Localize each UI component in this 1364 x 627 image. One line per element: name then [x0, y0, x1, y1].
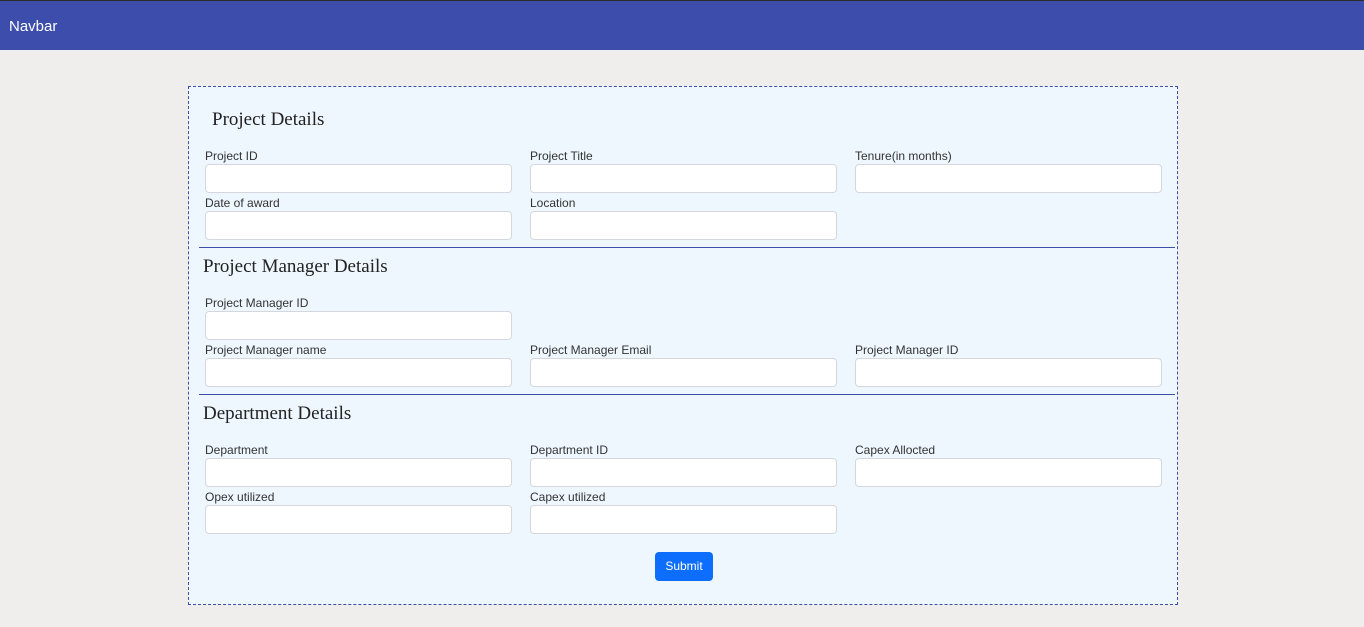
navbar: Navbar [0, 0, 1364, 50]
manager-id-input[interactable] [205, 311, 512, 340]
section-title-department-details: Department Details [203, 403, 352, 424]
manager-email-label: Project Manager Email [530, 343, 652, 357]
manager-name-input[interactable] [205, 358, 512, 387]
capex-allocated-input[interactable] [855, 458, 1162, 487]
department-input[interactable] [205, 458, 512, 487]
project-id-label: Project ID [205, 149, 258, 163]
project-title-label: Project Title [530, 149, 593, 163]
section-divider [199, 394, 1175, 395]
manager-email-input[interactable] [530, 358, 837, 387]
date-of-award-input[interactable] [205, 211, 512, 240]
section-title-project-details: Project Details [212, 109, 325, 130]
manager-name-label: Project Manager name [205, 343, 327, 357]
capex-allocated-label: Capex Allocted [855, 443, 936, 457]
capex-utilized-label: Capex utilized [530, 490, 606, 504]
submit-button[interactable]: Submit [655, 552, 713, 581]
opex-utilized-input[interactable] [205, 505, 512, 534]
manager-id-secondary-input[interactable] [855, 358, 1162, 387]
project-title-input[interactable] [530, 164, 837, 193]
department-id-label: Department ID [530, 443, 609, 457]
capex-utilized-input[interactable] [530, 505, 837, 534]
date-of-award-label: Date of award [205, 196, 280, 210]
manager-id-secondary-label: Project Manager ID [855, 343, 959, 357]
project-form: Project Details Project ID Project Title… [188, 86, 1178, 605]
manager-id-label: Project Manager ID [205, 296, 309, 310]
project-id-input[interactable] [205, 164, 512, 193]
tenure-input[interactable] [855, 164, 1162, 193]
department-label: Department [205, 443, 268, 457]
section-divider [199, 247, 1175, 248]
section-title-project-manager-details: Project Manager Details [203, 256, 388, 277]
location-input[interactable] [530, 211, 837, 240]
navbar-brand[interactable]: Navbar [9, 18, 57, 36]
location-label: Location [530, 196, 576, 210]
department-id-input[interactable] [530, 458, 837, 487]
tenure-label: Tenure(in months) [855, 149, 952, 163]
opex-utilized-label: Opex utilized [205, 490, 275, 504]
